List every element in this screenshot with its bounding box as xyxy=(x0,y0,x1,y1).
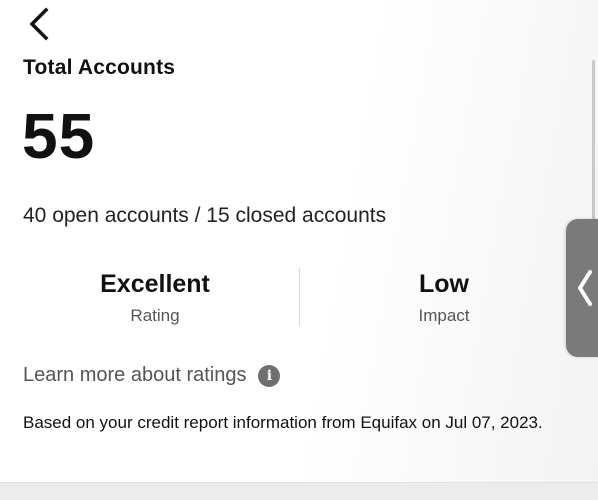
bottom-section-edge xyxy=(0,482,598,500)
accounts-summary: 40 open accounts / 15 closed accounts xyxy=(23,204,387,227)
impact-label: Impact xyxy=(418,306,470,325)
rating-stat: Excellent Rating xyxy=(40,268,270,326)
learn-more-link[interactable]: Learn more about ratings i xyxy=(23,364,281,387)
chevron-left-icon xyxy=(29,7,49,41)
credit-report-footnote: Based on your credit report information … xyxy=(23,413,543,432)
side-panel-handle[interactable] xyxy=(566,219,598,357)
screen: Total Accounts 55 40 open accounts / 15 … xyxy=(0,0,598,500)
impact-stat: Low Impact xyxy=(329,268,559,326)
total-accounts-count: 55 xyxy=(22,100,96,172)
rating-value: Excellent xyxy=(100,270,210,298)
chevron-left-icon xyxy=(578,270,592,306)
back-button[interactable] xyxy=(22,4,58,44)
learn-more-label: Learn more about ratings xyxy=(23,364,247,386)
scrollbar[interactable] xyxy=(592,60,595,220)
stat-divider xyxy=(299,268,300,326)
info-icon[interactable]: i xyxy=(258,364,281,387)
impact-value: Low xyxy=(419,270,469,298)
page-title: Total Accounts xyxy=(23,56,176,79)
rating-label: Rating xyxy=(130,306,180,325)
